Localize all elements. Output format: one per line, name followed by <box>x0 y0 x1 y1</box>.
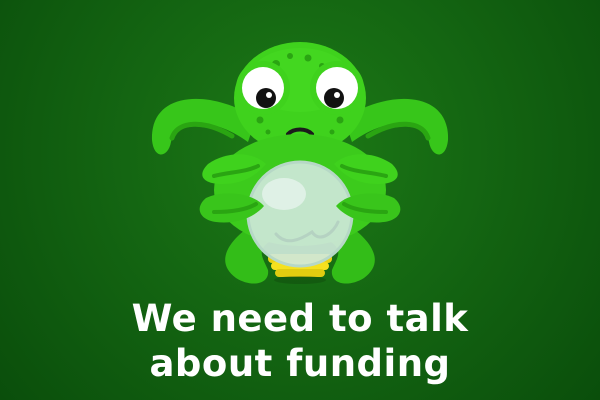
headline: We need to talk about funding <box>0 296 600 386</box>
crystal-ball <box>246 160 354 268</box>
poster: We need to talk about funding <box>0 0 600 400</box>
headline-line-1: We need to talk <box>131 297 469 340</box>
octopus-with-crystal-ball-icon <box>151 42 449 284</box>
headline-line-2: about funding <box>149 342 451 385</box>
